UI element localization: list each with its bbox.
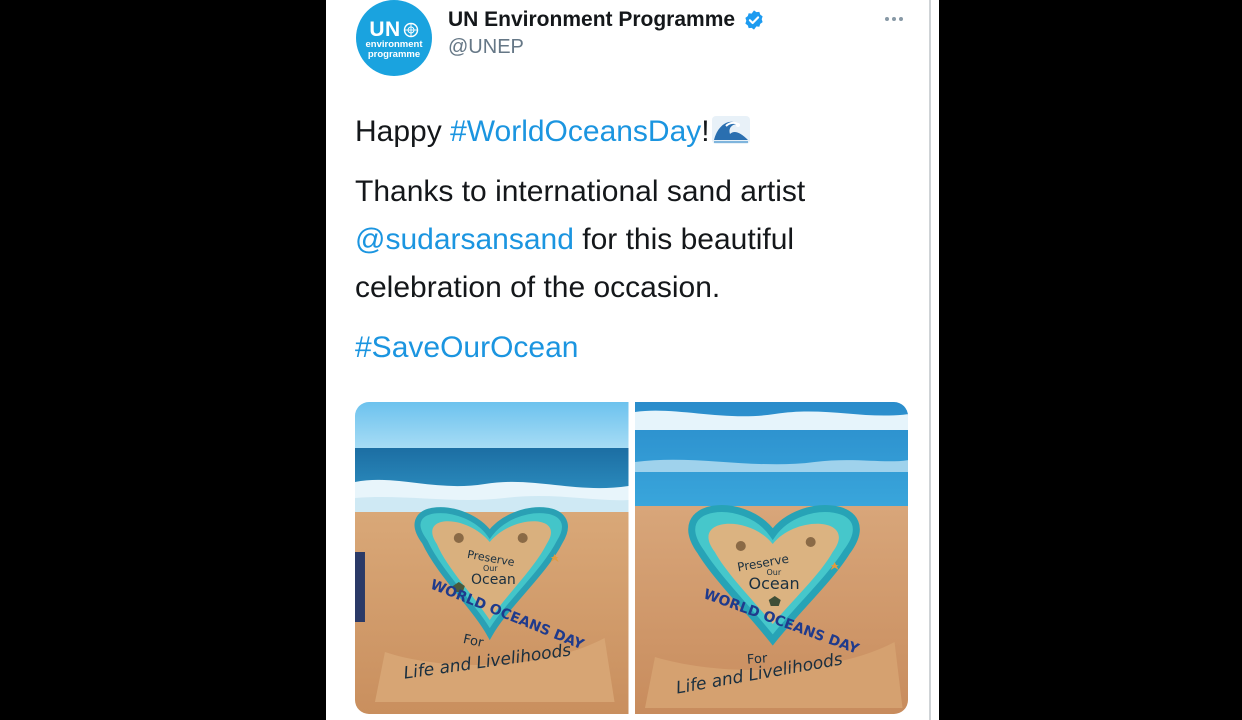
tweet-text: Happy #WorldOceansDay! Thanks to interna… <box>355 108 915 372</box>
tweet-line-3: #SaveOurOcean <box>355 324 915 372</box>
logo-un-text: UN <box>369 18 401 41</box>
tweet-line-2: Thanks to international sand artist @suda… <box>355 168 915 312</box>
logo-subtitle: environment programme <box>365 40 422 60</box>
mention-sudarsansand[interactable]: @sudarsansand <box>355 223 574 256</box>
screen: UN environment programme UN Environment … <box>0 0 1242 720</box>
sculpture-ocean-text-1: Ocean <box>471 572 516 588</box>
un-emblem-icon <box>403 22 418 38</box>
more-options-icon[interactable] <box>878 8 910 30</box>
right-edge-divider <box>929 0 939 720</box>
avatar[interactable]: UN environment programme <box>356 0 432 76</box>
display-name[interactable]: UN Environment Programme <box>448 8 735 32</box>
line2-rest: for this beautiful <box>573 223 795 256</box>
tweet-line-1: Happy #WorldOceansDay! <box>355 108 915 156</box>
line1-suffix: ! <box>701 115 710 148</box>
wave-emoji-icon <box>711 116 750 144</box>
media-photo-1[interactable]: Preserve Our Ocean WORLD OCEANS DAY For … <box>355 402 629 714</box>
line3-text: celebration of the occasion. <box>355 271 721 304</box>
line1-prefix: Happy <box>355 115 451 148</box>
more-dot <box>899 17 903 21</box>
hashtag-save-our-ocean[interactable]: #SaveOurOcean <box>355 331 578 364</box>
media-grid: Preserve Our Ocean WORLD OCEANS DAY For … <box>355 402 908 714</box>
logo-subtitle-line2: programme <box>367 49 421 60</box>
line2-text: Thanks to international sand artist <box>355 175 806 208</box>
name-row: UN Environment Programme <box>448 6 765 34</box>
hashtag-world-oceans-day[interactable]: #WorldOceansDay <box>450 115 701 148</box>
user-handle[interactable]: @UNEP <box>448 36 524 59</box>
logo-top: UN <box>369 18 418 41</box>
more-dot <box>892 17 896 21</box>
sculpture-ocean-text-2: Ocean <box>748 574 800 593</box>
verified-badge-icon <box>745 10 763 30</box>
media-photo-2[interactable]: Preserve Our Ocean WORLD OCEANS DAY For … <box>634 402 908 714</box>
more-dot <box>885 17 889 21</box>
tweet-card: UN environment programme UN Environment … <box>326 0 930 720</box>
